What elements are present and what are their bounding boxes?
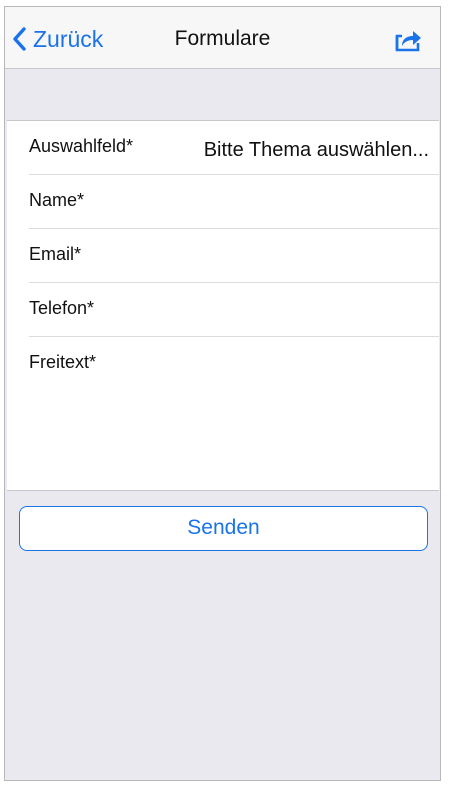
email-input[interactable] bbox=[149, 239, 429, 275]
form-row-email: Email* bbox=[29, 229, 439, 283]
app-frame: Zurück Formulare Auswahlfeld* Bitte Them… bbox=[4, 6, 441, 781]
share-button[interactable] bbox=[394, 27, 422, 53]
auswahlfeld-label: Auswahlfeld* bbox=[29, 136, 134, 156]
name-label: Name* bbox=[29, 190, 85, 210]
chevron-left-icon bbox=[13, 27, 26, 51]
form-row-telefon: Telefon* bbox=[29, 283, 439, 337]
navigation-bar: Zurück Formulare bbox=[5, 7, 440, 69]
freitext-label: Freitext* bbox=[29, 352, 97, 372]
send-button[interactable]: Senden bbox=[19, 506, 428, 551]
back-button[interactable]: Zurück bbox=[11, 24, 103, 54]
contact-form: Auswahlfeld* Bitte Thema auswählen... Na… bbox=[7, 120, 439, 491]
topic-select[interactable]: Bitte Thema auswählen... bbox=[204, 139, 429, 162]
freitext-textarea[interactable] bbox=[149, 345, 429, 479]
share-icon bbox=[395, 31, 421, 52]
form-row-auswahlfeld[interactable]: Auswahlfeld* Bitte Thema auswählen... bbox=[29, 121, 439, 175]
form-row-freitext: Freitext* bbox=[29, 337, 439, 487]
back-button-label: Zurück bbox=[33, 26, 104, 52]
telefon-input[interactable] bbox=[149, 293, 429, 329]
name-input[interactable] bbox=[149, 185, 429, 221]
form-row-name: Name* bbox=[29, 175, 439, 229]
telefon-label: Telefon* bbox=[29, 298, 95, 318]
email-label: Email* bbox=[29, 244, 82, 264]
